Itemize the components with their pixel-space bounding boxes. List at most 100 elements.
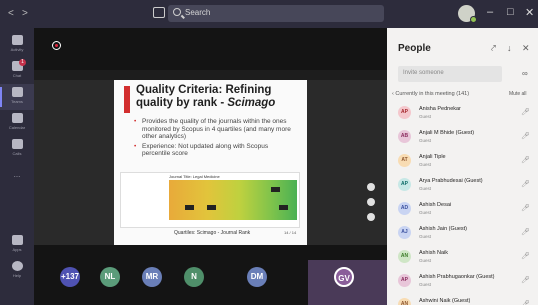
slide-control-button[interactable] — [367, 198, 375, 206]
participant-avatar[interactable]: DM — [247, 267, 267, 287]
presenter-toolbar — [34, 70, 387, 80]
slide-page-number: 14 / 14 — [284, 230, 297, 235]
participant-name: Anisha Pednekar — [419, 106, 461, 112]
section-label: Currently in this meeting (141) — [395, 91, 470, 97]
rail-label: Apps — [12, 247, 22, 252]
participant-avatar: AP — [398, 106, 411, 119]
slide-control-button[interactable] — [367, 183, 375, 191]
bell-icon — [11, 35, 23, 45]
mic-muted-icon[interactable]: 🎤︎ — [521, 276, 530, 284]
mic-muted-icon[interactable]: 🎤︎ — [521, 204, 530, 212]
participant-avatar: AT — [398, 154, 411, 167]
forward-arrow-icon[interactable]: > — [22, 8, 28, 19]
participant-role: Guest — [419, 210, 432, 215]
search-icon — [173, 8, 181, 16]
bullet-item: Experience: Not updated along with Scopu… — [134, 143, 294, 158]
mic-muted-icon[interactable]: 🎤︎ — [521, 252, 530, 260]
mic-muted-icon[interactable]: 🎤︎ — [521, 180, 530, 188]
participant-avatar[interactable]: GV — [334, 267, 354, 287]
mic-muted-icon[interactable]: 🎤︎ — [521, 108, 530, 116]
close-button[interactable]: ✕ — [525, 6, 534, 19]
participant-row[interactable]: AN Ashish Naik Guest 🎤︎ — [387, 246, 538, 270]
rail-item-calendar[interactable]: Calendar — [0, 110, 34, 136]
shared-screen: Quality Criteria: Refining quality by ra… — [34, 70, 387, 245]
overflow-participants[interactable]: +137 — [60, 267, 80, 287]
share-invite-icon[interactable]: ⤤ — [491, 43, 496, 54]
section-header[interactable]: ‹ Currently in this meeting (141) — [392, 91, 469, 97]
participant-avatar[interactable]: N — [184, 267, 204, 287]
participant-name: Ashish Naik — [419, 250, 449, 256]
people-panel: People ⤤ ↓ ✕ Invite someone ∞ ‹ Currentl… — [387, 28, 538, 305]
participant-name: Arya Prabhudesai (Guest) — [419, 178, 483, 184]
slide-title: Quality Criteria: Refining quality by ra… — [136, 84, 306, 110]
compose-icon[interactable] — [153, 7, 165, 18]
participant-row[interactable]: AP Ashish Prabhugaonkar (Guest) Guest 🎤︎ — [387, 270, 538, 294]
mic-muted-icon[interactable]: 🎤︎ — [521, 300, 530, 305]
rail-item-activity[interactable]: Activity — [0, 32, 34, 58]
rail-label: Activity — [10, 47, 24, 52]
mic-muted-icon[interactable]: 🎤︎ — [521, 132, 530, 140]
calendar-icon — [11, 113, 23, 123]
rail-item-calls[interactable]: Calls — [0, 136, 34, 162]
quartile-marker — [279, 205, 288, 210]
participant-role: Guest — [419, 234, 432, 239]
participant-avatar: AP — [398, 178, 411, 191]
participant-row[interactable]: AJ Ashish Jain (Guest) Guest 🎤︎ — [387, 222, 538, 246]
phone-icon — [11, 139, 23, 149]
participant-name: Ashish Jain (Guest) — [419, 226, 467, 232]
rail-label: Teams — [11, 99, 23, 104]
rail-label: Help — [12, 273, 22, 278]
participant-list: AP Anisha Pednekar Guest 🎤︎ AB Anjali M Bhide… — [387, 102, 538, 305]
rail-item-apps[interactable]: Apps — [0, 232, 34, 258]
search-box[interactable]: Search — [168, 5, 384, 22]
slide-title-line1: Quality Criteria: Refining — [136, 84, 272, 96]
participant-avatar[interactable]: NL — [100, 267, 120, 287]
mic-muted-icon[interactable]: 🎤︎ — [521, 228, 530, 236]
rail-item-teams[interactable]: Teams — [0, 84, 34, 110]
title-bar: < > Search – □ ✕ — [0, 0, 538, 28]
invite-input[interactable]: Invite someone — [398, 66, 502, 82]
participant-role: Guest — [419, 138, 432, 143]
more-icon: ... — [13, 170, 21, 179]
quartile-marker — [271, 187, 280, 192]
meeting-stage: Quality Criteria: Refining quality by ra… — [34, 28, 387, 305]
participant-avatar: AN — [398, 250, 411, 263]
quartile-chart: Journal Title: Legal Medicine — [120, 172, 300, 228]
slide-control-button[interactable] — [367, 213, 375, 221]
download-icon[interactable]: ↓ — [507, 43, 512, 53]
participant-role: Guest — [419, 282, 432, 287]
app-rail: Activity 1 Chat Teams Calendar Calls ... … — [0, 28, 34, 305]
participant-name: Anjali Tiple — [419, 154, 446, 160]
rail-item-more[interactable]: ... — [0, 164, 34, 190]
slide-title-italic: Scimago — [227, 97, 276, 109]
maximize-button[interactable]: □ — [507, 6, 514, 18]
participant-row[interactable]: AD Ashish Desai Guest 🎤︎ — [387, 198, 538, 222]
participant-row[interactable]: AP Arya Prabhudesai (Guest) Guest 🎤︎ — [387, 174, 538, 198]
mic-muted-icon[interactable]: 🎤︎ — [521, 156, 530, 164]
people-title: People — [398, 43, 431, 54]
participant-avatar: AJ — [398, 226, 411, 239]
rail-item-help[interactable]: Help — [0, 258, 34, 284]
participant-row[interactable]: AT Anjali Tiple Guest 🎤︎ — [387, 150, 538, 174]
participant-row[interactable]: ANAshwini Naik (Guest)Guest🎤︎ — [387, 294, 538, 305]
recording-icon — [52, 41, 61, 50]
presentation-slide: Quality Criteria: Refining quality by ra… — [114, 80, 307, 245]
close-icon[interactable]: ✕ — [522, 43, 530, 54]
mute-all-button[interactable]: Mute all — [509, 91, 527, 97]
participant-role: Guest — [419, 114, 432, 119]
minimize-button[interactable]: – — [487, 6, 493, 18]
slide-footer: Quartiles: Scimago - Journal Rank — [174, 230, 251, 236]
rail-item-chat[interactable]: 1 Chat — [0, 58, 34, 84]
participant-row[interactable]: AP Anisha Pednekar Guest 🎤︎ — [387, 102, 538, 126]
participant-row[interactable]: AB Anjali M Bhide (Guest) Guest 🎤︎ — [387, 126, 538, 150]
unread-badge: 1 — [19, 59, 26, 66]
back-arrow-icon[interactable]: < — [8, 8, 14, 19]
participant-avatar: AB — [398, 130, 411, 143]
participant-avatar[interactable]: MR — [142, 267, 162, 287]
avatar[interactable] — [458, 5, 477, 23]
participant-name: Ashwini Naik (Guest) — [419, 298, 471, 304]
participant-role: Guest — [419, 258, 432, 263]
quartile-marker — [207, 205, 216, 210]
apps-icon — [11, 235, 23, 245]
link-icon[interactable]: ∞ — [522, 69, 528, 78]
